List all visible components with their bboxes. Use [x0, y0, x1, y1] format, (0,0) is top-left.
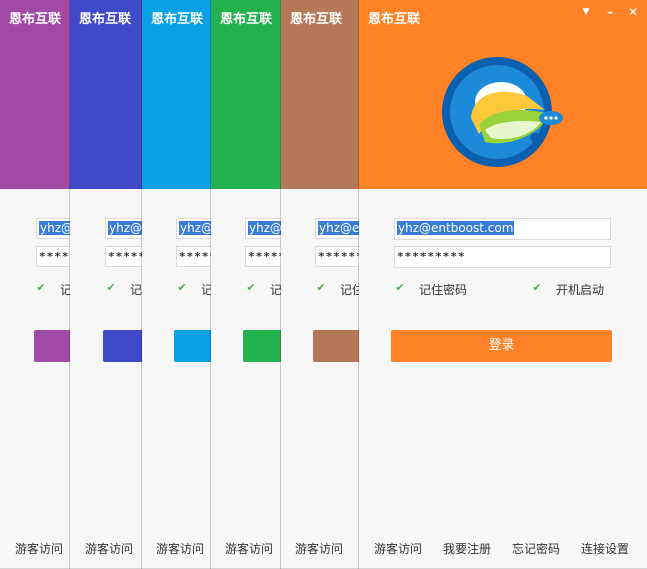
- app-title: 恩布互联: [220, 12, 273, 27]
- login-window-orange: 恩布互联 ▼ – ✕ yhz@entboost.com ********* ✔ …: [359, 0, 647, 569]
- guest-link[interactable]: 游客访问: [156, 540, 204, 557]
- remember-checkbox[interactable]: ✔: [176, 282, 188, 294]
- auto-start-checkbox[interactable]: ✔: [531, 282, 543, 294]
- login-window-green: 恩布互联 yhz@en ********* ✔ 记住密码 游客访问: [211, 0, 281, 569]
- login-button[interactable]: [243, 330, 281, 362]
- login-window-purple: 恩布互联 yhz@en ********* ✔ 记住密码 游客访问: [0, 0, 70, 569]
- auto-start-label: 开机启动: [556, 283, 605, 297]
- password-field[interactable]: *********: [245, 246, 281, 267]
- header: 恩布互联: [70, 0, 142, 189]
- app-title: 恩布互联: [151, 12, 204, 27]
- guest-link[interactable]: 游客访问: [15, 540, 63, 557]
- app-title: 恩布互联: [9, 12, 62, 27]
- entboost-logo-icon: [442, 57, 563, 167]
- remember-label: 记住密码: [340, 283, 359, 297]
- login-button[interactable]: [103, 330, 142, 362]
- app-title: 恩布互联: [79, 12, 132, 27]
- remember-label: 记住密码: [130, 283, 142, 297]
- password-field[interactable]: *********: [394, 246, 611, 268]
- guest-link[interactable]: 游客访问: [225, 540, 273, 557]
- forgot-password-link[interactable]: 忘记密码: [512, 540, 560, 557]
- header: 恩布互联: [281, 0, 359, 189]
- minimize-icon[interactable]: –: [602, 4, 618, 20]
- remember-label: 记住密码: [419, 283, 468, 297]
- remember-label: 记住密码: [270, 283, 281, 297]
- remember-checkbox[interactable]: ✔: [315, 282, 327, 294]
- login-window-indigo: 恩布互联 yhz@en ********* ✔ 记住密码 游客访问: [70, 0, 142, 569]
- remember-label: 记住密码: [60, 281, 70, 298]
- connection-settings-link[interactable]: 连接设置: [581, 540, 629, 557]
- app-title: 恩布互联: [290, 12, 343, 27]
- app-title: 恩布互联: [368, 12, 421, 27]
- header: 恩布互联: [0, 0, 70, 189]
- login-button[interactable]: [174, 330, 211, 362]
- header: 恩布互联: [142, 0, 211, 189]
- header: 恩布互联: [211, 0, 281, 189]
- password-field[interactable]: *********: [36, 246, 70, 267]
- remember-checkbox[interactable]: ✔: [394, 282, 406, 294]
- dropdown-icon[interactable]: ▼: [578, 4, 594, 20]
- guest-link[interactable]: 游客访问: [295, 540, 343, 557]
- login-button[interactable]: 登录: [391, 330, 612, 362]
- remember-label: 记住密码: [201, 281, 211, 298]
- login-window-brown: 恩布互联 yhz@en ********* ✔ 记住密码 游客访问: [281, 0, 359, 569]
- login-button[interactable]: [34, 330, 70, 362]
- username-field[interactable]: yhz@en: [105, 218, 142, 239]
- username-field[interactable]: yhz@en: [36, 218, 70, 239]
- login-button[interactable]: [313, 330, 359, 362]
- remember-checkbox[interactable]: ✔: [35, 282, 47, 294]
- header: 恩布互联 ▼ – ✕: [359, 0, 647, 189]
- username-field[interactable]: yhz@en: [245, 218, 281, 239]
- password-field[interactable]: *********: [176, 246, 211, 267]
- password-field[interactable]: *********: [315, 246, 359, 267]
- remember-checkbox[interactable]: ✔: [105, 282, 117, 294]
- username-field[interactable]: yhz@entboost.com: [394, 218, 611, 240]
- username-field[interactable]: yhz@en: [176, 218, 211, 239]
- guest-link[interactable]: 游客访问: [85, 540, 133, 557]
- remember-checkbox[interactable]: ✔: [245, 282, 257, 294]
- close-icon[interactable]: ✕: [625, 4, 641, 20]
- guest-link[interactable]: 游客访问: [374, 540, 422, 557]
- username-field[interactable]: yhz@en: [315, 218, 359, 239]
- login-window-blue: 恩布互联 yhz@en ********* ✔ 记住密码 游客访问: [142, 0, 211, 569]
- register-link[interactable]: 我要注册: [443, 540, 491, 557]
- password-field[interactable]: *********: [105, 246, 142, 267]
